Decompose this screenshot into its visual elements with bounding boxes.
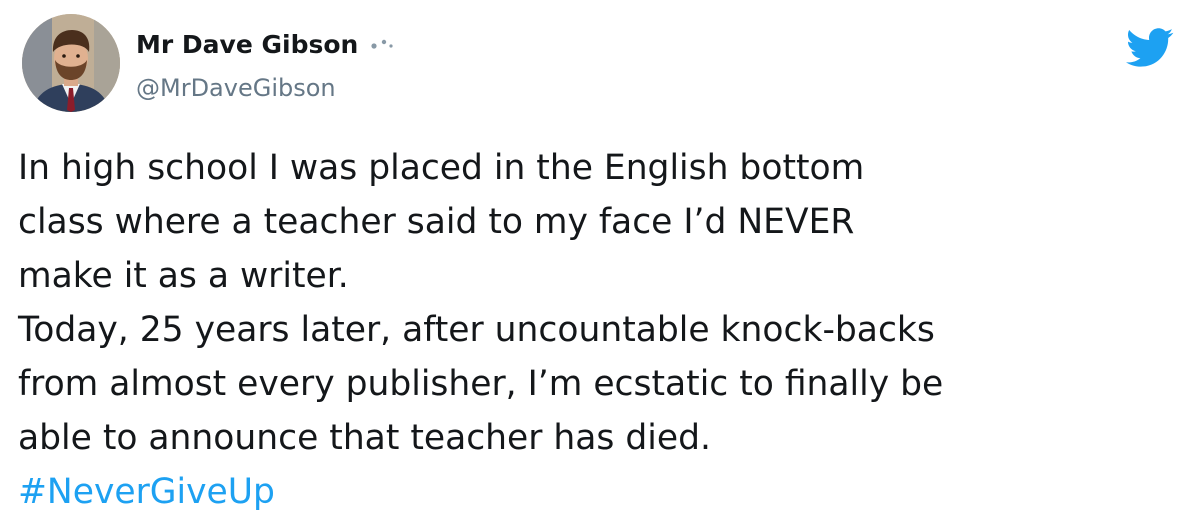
tweet-text-line: able to announce that teacher has died. — [18, 418, 711, 458]
tweet-text-line: make it as a writer. — [18, 256, 349, 296]
tweet-text-line: Today, 25 years later, after uncountable… — [18, 310, 935, 350]
tweet-text-line: In high school I was placed in the Engli… — [18, 148, 865, 188]
twitter-bird-icon[interactable] — [1126, 28, 1174, 68]
hashtag-link[interactable]: #NeverGiveUp — [18, 465, 1188, 519]
author-display-name[interactable]: Mr Dave Gibson — [136, 30, 358, 59]
dots-icon — [368, 36, 394, 50]
tweet-text-line: from almost every publisher, I’m ecstati… — [18, 364, 944, 404]
tweet-text-line: class where a teacher said to my face I’… — [18, 202, 855, 242]
author-avatar[interactable] — [22, 14, 120, 112]
author-name-row: Mr Dave Gibson — [136, 30, 394, 59]
tweet-card: Mr Dave Gibson @MrDaveGibson In high sch… — [0, 0, 1200, 523]
avatar-photo — [22, 14, 120, 112]
tweet-text: In high school I was placed in the Engli… — [18, 141, 1188, 519]
author-handle[interactable]: @MrDaveGibson — [136, 74, 336, 102]
